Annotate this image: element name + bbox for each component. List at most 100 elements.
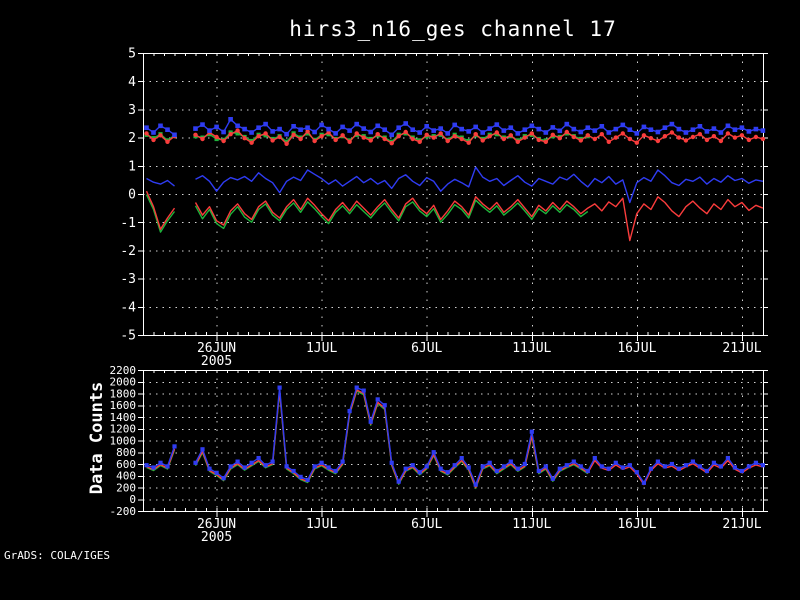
marker [627, 136, 632, 142]
marker [368, 419, 373, 424]
marker [361, 126, 366, 131]
marker [445, 138, 450, 144]
x-year-label: 2005 [201, 354, 232, 369]
marker [676, 135, 682, 140]
marker [347, 409, 352, 414]
marker [718, 464, 723, 469]
marker [333, 468, 338, 474]
marker [543, 464, 548, 469]
marker [746, 129, 752, 134]
marker [564, 463, 569, 468]
marker [312, 129, 317, 135]
marker [375, 123, 380, 129]
marker [242, 126, 247, 132]
marker [305, 125, 310, 130]
grads-attribution: GrADS: COLA/IGES [4, 549, 110, 562]
marker [760, 128, 766, 133]
marker [305, 477, 310, 482]
marker [319, 460, 324, 465]
gridlines [143, 53, 763, 335]
marker [480, 130, 485, 135]
marker [319, 122, 324, 128]
marker [487, 126, 492, 131]
series-red-markers [144, 128, 766, 146]
marker [634, 131, 640, 136]
marker [235, 128, 240, 133]
marker [683, 130, 689, 135]
marker [718, 138, 724, 144]
marker [501, 464, 506, 469]
marker [347, 139, 352, 144]
marker [459, 456, 464, 461]
grads-plot-canvas: hirs3_n16_ges channel 17 Data Counts 543… [0, 0, 800, 600]
marker [333, 137, 338, 143]
marker [214, 124, 219, 130]
marker [158, 133, 163, 138]
x-tick-label: 6JUL [411, 341, 442, 356]
marker [515, 131, 521, 136]
marker [634, 470, 639, 475]
marker [354, 121, 359, 127]
marker [207, 128, 212, 133]
y-tick-label: -5 [120, 329, 136, 344]
marker [690, 127, 696, 132]
x-tick-label: 16JUL [617, 341, 656, 356]
marker [543, 139, 548, 144]
series-red-line [145, 190, 764, 242]
marker [410, 463, 415, 468]
marker [249, 140, 254, 145]
marker [634, 140, 639, 145]
marker [557, 136, 562, 141]
marker [151, 130, 156, 135]
axes [138, 52, 768, 341]
marker [263, 131, 268, 136]
marker [291, 132, 296, 137]
marker [165, 139, 170, 144]
marker [438, 466, 443, 471]
marker [711, 460, 716, 465]
marker [676, 126, 682, 132]
marker [361, 135, 366, 140]
marker [557, 128, 563, 134]
marker [550, 132, 555, 137]
marker [466, 140, 471, 145]
marker [452, 463, 457, 468]
marker [536, 468, 541, 474]
y-tick-label: 1 [128, 159, 136, 174]
x-year-label: 2005 [201, 530, 232, 545]
marker [508, 133, 513, 138]
marker [256, 125, 261, 130]
y-tick-label: -2 [120, 244, 136, 259]
marker [298, 136, 303, 142]
marker [662, 125, 668, 130]
marker [200, 447, 205, 452]
marker [235, 123, 240, 129]
marker [697, 124, 703, 129]
y-tick-label: 4 [128, 75, 136, 90]
marker [711, 134, 717, 139]
marker [655, 459, 660, 464]
marker [543, 130, 549, 135]
x-tick-label: 1JUL [306, 341, 337, 356]
marker [417, 470, 422, 475]
series-path [146, 166, 764, 204]
marker [214, 470, 219, 475]
marker [403, 466, 408, 471]
marker [417, 130, 422, 135]
marker [620, 122, 626, 128]
marker [739, 468, 744, 474]
marker [256, 134, 261, 139]
y-tick-label: 0 [128, 188, 136, 203]
marker [221, 476, 226, 481]
marker [697, 464, 702, 469]
marker [361, 388, 366, 393]
marker [214, 134, 219, 140]
marker [571, 134, 576, 140]
marker [410, 127, 415, 132]
marker [375, 132, 380, 137]
marker [396, 134, 401, 139]
series-red-counts [146, 389, 764, 489]
x-tick-label: 16JUL [617, 517, 656, 532]
marker [557, 466, 562, 471]
marker [242, 136, 247, 141]
